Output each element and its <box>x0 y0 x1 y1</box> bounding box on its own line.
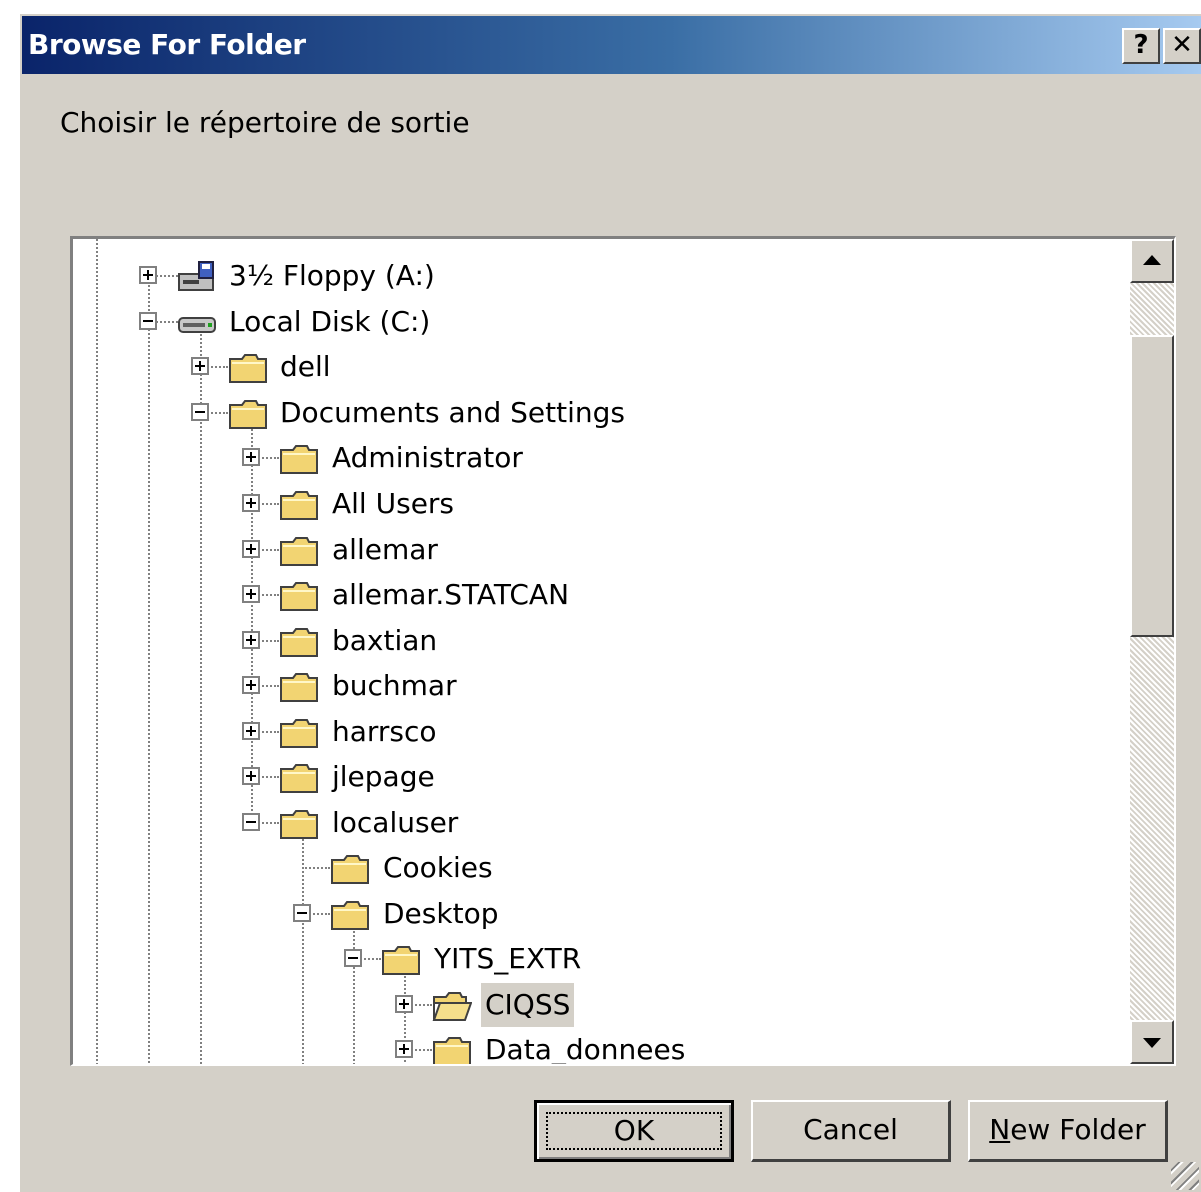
tree-item-jlepage[interactable]: jlepage <box>73 755 1127 799</box>
vertical-scrollbar[interactable] <box>1130 239 1174 1064</box>
cancel-button-label: Cancel <box>803 1113 898 1146</box>
tree-item-label[interactable]: Administrator <box>328 436 527 480</box>
tree-item-label[interactable]: allemar <box>328 528 442 572</box>
expand-button[interactable] <box>242 767 260 785</box>
tree-item-desktop[interactable]: Desktop <box>73 892 1127 936</box>
tree-item-label[interactable]: allemar.STATCAN <box>328 573 573 617</box>
open-folder-icon <box>432 992 472 1021</box>
tree-item-localuser[interactable]: localuser <box>73 801 1127 845</box>
tree-item-label[interactable]: 3½ Floppy (A:) <box>225 254 439 298</box>
tree-item-allemar-statcan[interactable]: allemar.STATCAN <box>73 573 1127 617</box>
browse-for-folder-dialog: Browse For Folder ? ✕ Choisir le réperto… <box>18 12 1201 1192</box>
tree-item-label[interactable]: jlepage <box>328 755 439 799</box>
ok-button[interactable]: OK <box>534 1100 734 1162</box>
folder-icon <box>280 719 318 748</box>
expand-button[interactable] <box>242 494 260 512</box>
new-folder-mnemonic: N <box>989 1113 1011 1146</box>
tree-item-all-users[interactable]: All Users <box>73 482 1127 526</box>
arrow-up-icon <box>1143 255 1161 265</box>
scroll-up-button[interactable] <box>1130 239 1174 283</box>
collapse-button[interactable] <box>139 312 157 330</box>
arrow-down-icon <box>1143 1038 1161 1048</box>
expand-button[interactable] <box>242 722 260 740</box>
folder-icon <box>331 901 369 930</box>
tree-item-documents-and-settings[interactable]: Documents and Settings <box>73 391 1127 435</box>
folder-icon <box>280 582 318 611</box>
dialog-prompt: Choisir le répertoire de sortie <box>60 106 470 139</box>
expand-button[interactable] <box>395 1040 413 1058</box>
tree-item-baxtian[interactable]: baxtian <box>73 619 1127 663</box>
tree-item-ciqss[interactable]: CIQSS <box>73 983 1127 1027</box>
new-folder-button[interactable]: New Folder <box>968 1100 1168 1162</box>
tree-item-administrator[interactable]: Administrator <box>73 436 1127 480</box>
expand-button[interactable] <box>139 266 157 284</box>
tree-item-label[interactable]: All Users <box>328 482 458 526</box>
folder-icon <box>280 628 318 657</box>
tree-item-label[interactable]: harrsco <box>328 710 441 754</box>
collapse-button[interactable] <box>344 949 362 967</box>
folder-icon <box>280 445 318 474</box>
folder-icon <box>433 1037 471 1064</box>
expand-button[interactable] <box>191 357 209 375</box>
collapse-button[interactable] <box>242 813 260 831</box>
expand-button[interactable] <box>395 995 413 1013</box>
expand-button[interactable] <box>242 448 260 466</box>
folder-icon <box>280 537 318 566</box>
tree-item-label[interactable]: buchmar <box>328 664 461 708</box>
new-folder-button-label: ew Folder <box>1010 1113 1146 1146</box>
tree-item-label[interactable]: Data_donnees <box>481 1028 689 1064</box>
tree-item-floppy[interactable]: 3½ Floppy (A:) <box>73 254 1127 298</box>
close-button[interactable]: ✕ <box>1163 28 1201 64</box>
cancel-button[interactable]: Cancel <box>751 1100 951 1162</box>
folder-icon <box>280 810 318 839</box>
resize-grip[interactable] <box>1171 1162 1199 1190</box>
title-bar[interactable]: Browse For Folder ? ✕ <box>22 16 1201 74</box>
folder-icon <box>280 491 318 520</box>
tree-item-harrsco[interactable]: harrsco <box>73 710 1127 754</box>
scrollbar-thumb[interactable] <box>1130 335 1174 637</box>
tree-item-label-selected[interactable]: CIQSS <box>481 983 575 1027</box>
expand-button[interactable] <box>242 631 260 649</box>
tree-item-dell[interactable]: dell <box>73 345 1127 389</box>
tree-item-label[interactable]: YITS_EXTR <box>430 937 585 981</box>
folder-icon <box>331 855 369 884</box>
tree-item-label[interactable]: Documents and Settings <box>276 391 629 435</box>
expand-button[interactable] <box>242 585 260 603</box>
help-button[interactable]: ? <box>1122 28 1160 64</box>
tree-item-label[interactable]: Cookies <box>379 846 497 890</box>
tree-item-label[interactable]: Desktop <box>379 892 502 936</box>
folder-icon <box>229 354 267 383</box>
tree-item-label[interactable]: baxtian <box>328 619 441 663</box>
collapse-button[interactable] <box>191 403 209 421</box>
tree-item-label[interactable]: dell <box>276 345 335 389</box>
tree-item-label[interactable]: Local Disk (C:) <box>225 300 434 344</box>
tree-item-data-donnees[interactable]: Data_donnees <box>73 1028 1127 1064</box>
tree-item-allemar[interactable]: allemar <box>73 528 1127 572</box>
tree-connector-line <box>302 867 330 869</box>
folder-tree-content: 3½ Floppy (A:) Local Disk (C:) dell Docu… <box>73 239 1127 1064</box>
folder-icon <box>280 673 318 702</box>
scroll-down-button[interactable] <box>1130 1020 1174 1064</box>
tree-item-cookies[interactable]: Cookies <box>73 846 1127 890</box>
tree-item-local-disk[interactable]: Local Disk (C:) <box>73 300 1127 344</box>
expand-button[interactable] <box>242 540 260 558</box>
tree-item-yits-extr[interactable]: YITS_EXTR <box>73 937 1127 981</box>
folder-icon <box>229 400 267 429</box>
hard-disk-icon <box>178 317 216 333</box>
folder-icon <box>280 764 318 793</box>
tree-item-buchmar[interactable]: buchmar <box>73 664 1127 708</box>
dialog-title: Browse For Folder <box>28 28 306 61</box>
folder-tree[interactable]: 3½ Floppy (A:) Local Disk (C:) dell Docu… <box>70 236 1176 1066</box>
tree-item-label[interactable]: localuser <box>328 801 462 845</box>
folder-icon <box>382 946 420 975</box>
floppy-drive-icon <box>178 261 214 291</box>
expand-button[interactable] <box>242 676 260 694</box>
focus-rectangle <box>546 1112 722 1150</box>
collapse-button[interactable] <box>293 904 311 922</box>
